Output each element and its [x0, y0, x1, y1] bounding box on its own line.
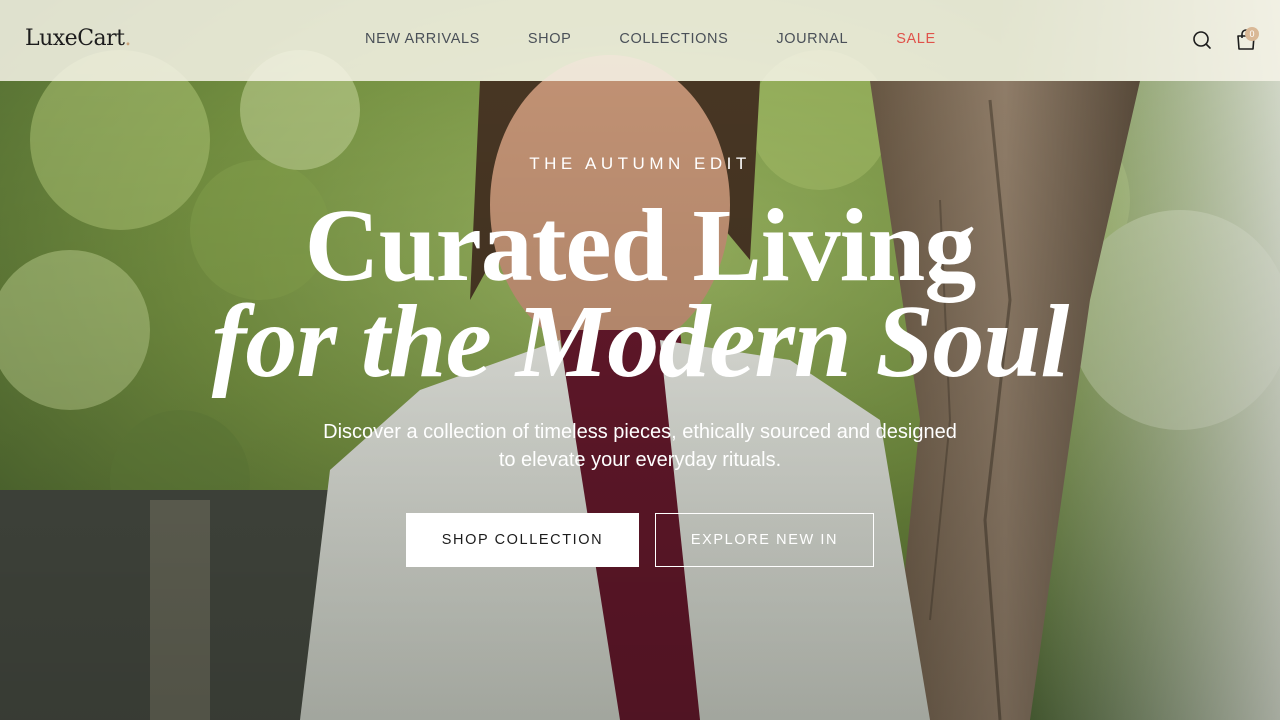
- explore-new-in-button[interactable]: EXPLORE NEW IN: [655, 513, 874, 567]
- main-nav: NEW ARRIVALS SHOP COLLECTIONS JOURNAL SA…: [365, 31, 936, 47]
- nav-item-collections[interactable]: COLLECTIONS: [619, 31, 728, 47]
- hero-subtitle: Discover a collection of timeless pieces…: [290, 418, 990, 474]
- brand-logo-dot: .: [124, 26, 132, 51]
- hero-headline-line2: for the Modern Soul: [211, 284, 1070, 399]
- hero-subtitle-line2: to elevate your everyday rituals.: [498, 449, 782, 471]
- nav-item-shop[interactable]: SHOP: [528, 31, 572, 47]
- brand-logo[interactable]: LuxeCart.: [25, 26, 131, 51]
- shop-collection-button[interactable]: SHOP COLLECTION: [406, 513, 639, 567]
- nav-item-journal[interactable]: JOURNAL: [776, 31, 848, 47]
- hero-subtitle-line1: Discover a collection of timeless pieces…: [323, 421, 957, 443]
- search-icon[interactable]: [1191, 29, 1213, 51]
- site-header: LuxeCart. NEW ARRIVALS SHOP COLLECTIONS …: [0, 0, 1280, 81]
- cart-count-badge: 0: [1245, 27, 1259, 41]
- brand-logo-text: LuxeCart: [25, 26, 125, 51]
- nav-item-new-arrivals[interactable]: NEW ARRIVALS: [365, 31, 480, 47]
- hero-eyebrow: THE AUTUMN EDIT: [529, 154, 751, 173]
- nav-item-sale[interactable]: SALE: [896, 31, 935, 47]
